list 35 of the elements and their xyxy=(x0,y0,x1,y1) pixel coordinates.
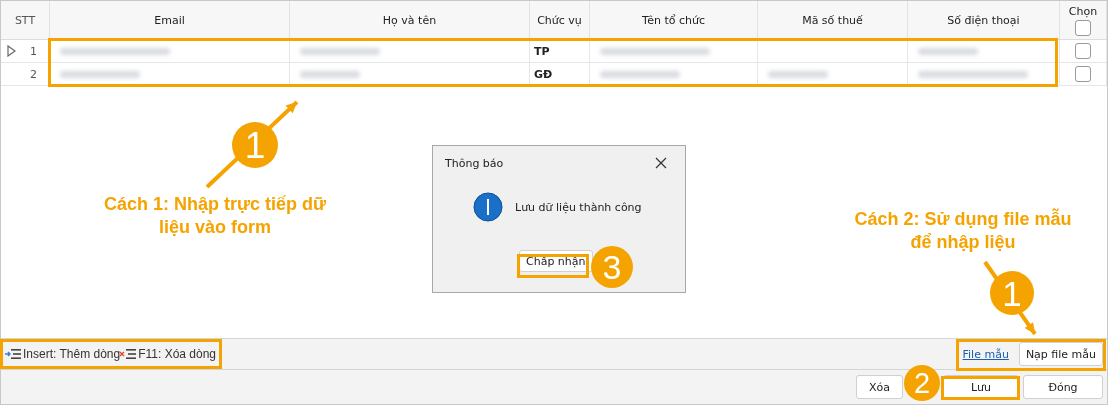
info-icon xyxy=(473,192,503,222)
delete-button[interactable]: Xóa xyxy=(856,375,903,399)
column-header: Email xyxy=(50,1,290,40)
close-icon[interactable] xyxy=(655,157,667,169)
redacted-text xyxy=(300,70,360,78)
close-button[interactable]: Đóng xyxy=(1023,375,1103,399)
annotation-text: Cách 1: Nhập trực tiếp dữ liệu vào form xyxy=(102,193,328,240)
table-cell: GĐ xyxy=(530,63,590,86)
column-header: Tên tổ chức xyxy=(590,1,758,40)
checkbox[interactable] xyxy=(1075,66,1091,82)
step-number: 1 xyxy=(232,122,278,168)
table-cell: TP xyxy=(530,40,590,63)
dialog-message: Lưu dữ liệu thành công xyxy=(515,200,642,214)
column-header: Mã số thuế xyxy=(758,1,908,40)
column-header: STT xyxy=(1,1,50,40)
redacted-text xyxy=(768,70,828,78)
checkbox[interactable] xyxy=(1075,19,1091,36)
column-header: Họ và tên xyxy=(290,1,530,40)
checkbox[interactable] xyxy=(1075,43,1091,59)
shortcut-hint: F11: Xóa dòng xyxy=(138,347,216,361)
step-number: 1 xyxy=(990,271,1034,315)
redacted-text xyxy=(918,47,978,55)
shortcut-hint: Insert: Thêm dòng xyxy=(23,347,121,361)
highlight-frame xyxy=(517,254,589,278)
row-number: 1 xyxy=(30,44,37,58)
row-number: 2 xyxy=(30,67,37,81)
import-template-button[interactable]: Nạp file mẫu xyxy=(1018,342,1103,366)
column-header: Số điện thoại xyxy=(908,1,1060,40)
annotation-text: Cách 2: Sử dụng file mẫu để nhập liệu xyxy=(853,208,1073,255)
column-header: Chức vụ xyxy=(530,1,590,40)
delete-row-icon xyxy=(120,349,137,359)
add-row-icon xyxy=(5,349,21,359)
dialog-title: Thông báo xyxy=(445,156,504,170)
template-link[interactable]: File mẫu xyxy=(962,347,1009,361)
column-header-label: Chọn xyxy=(1068,4,1098,18)
